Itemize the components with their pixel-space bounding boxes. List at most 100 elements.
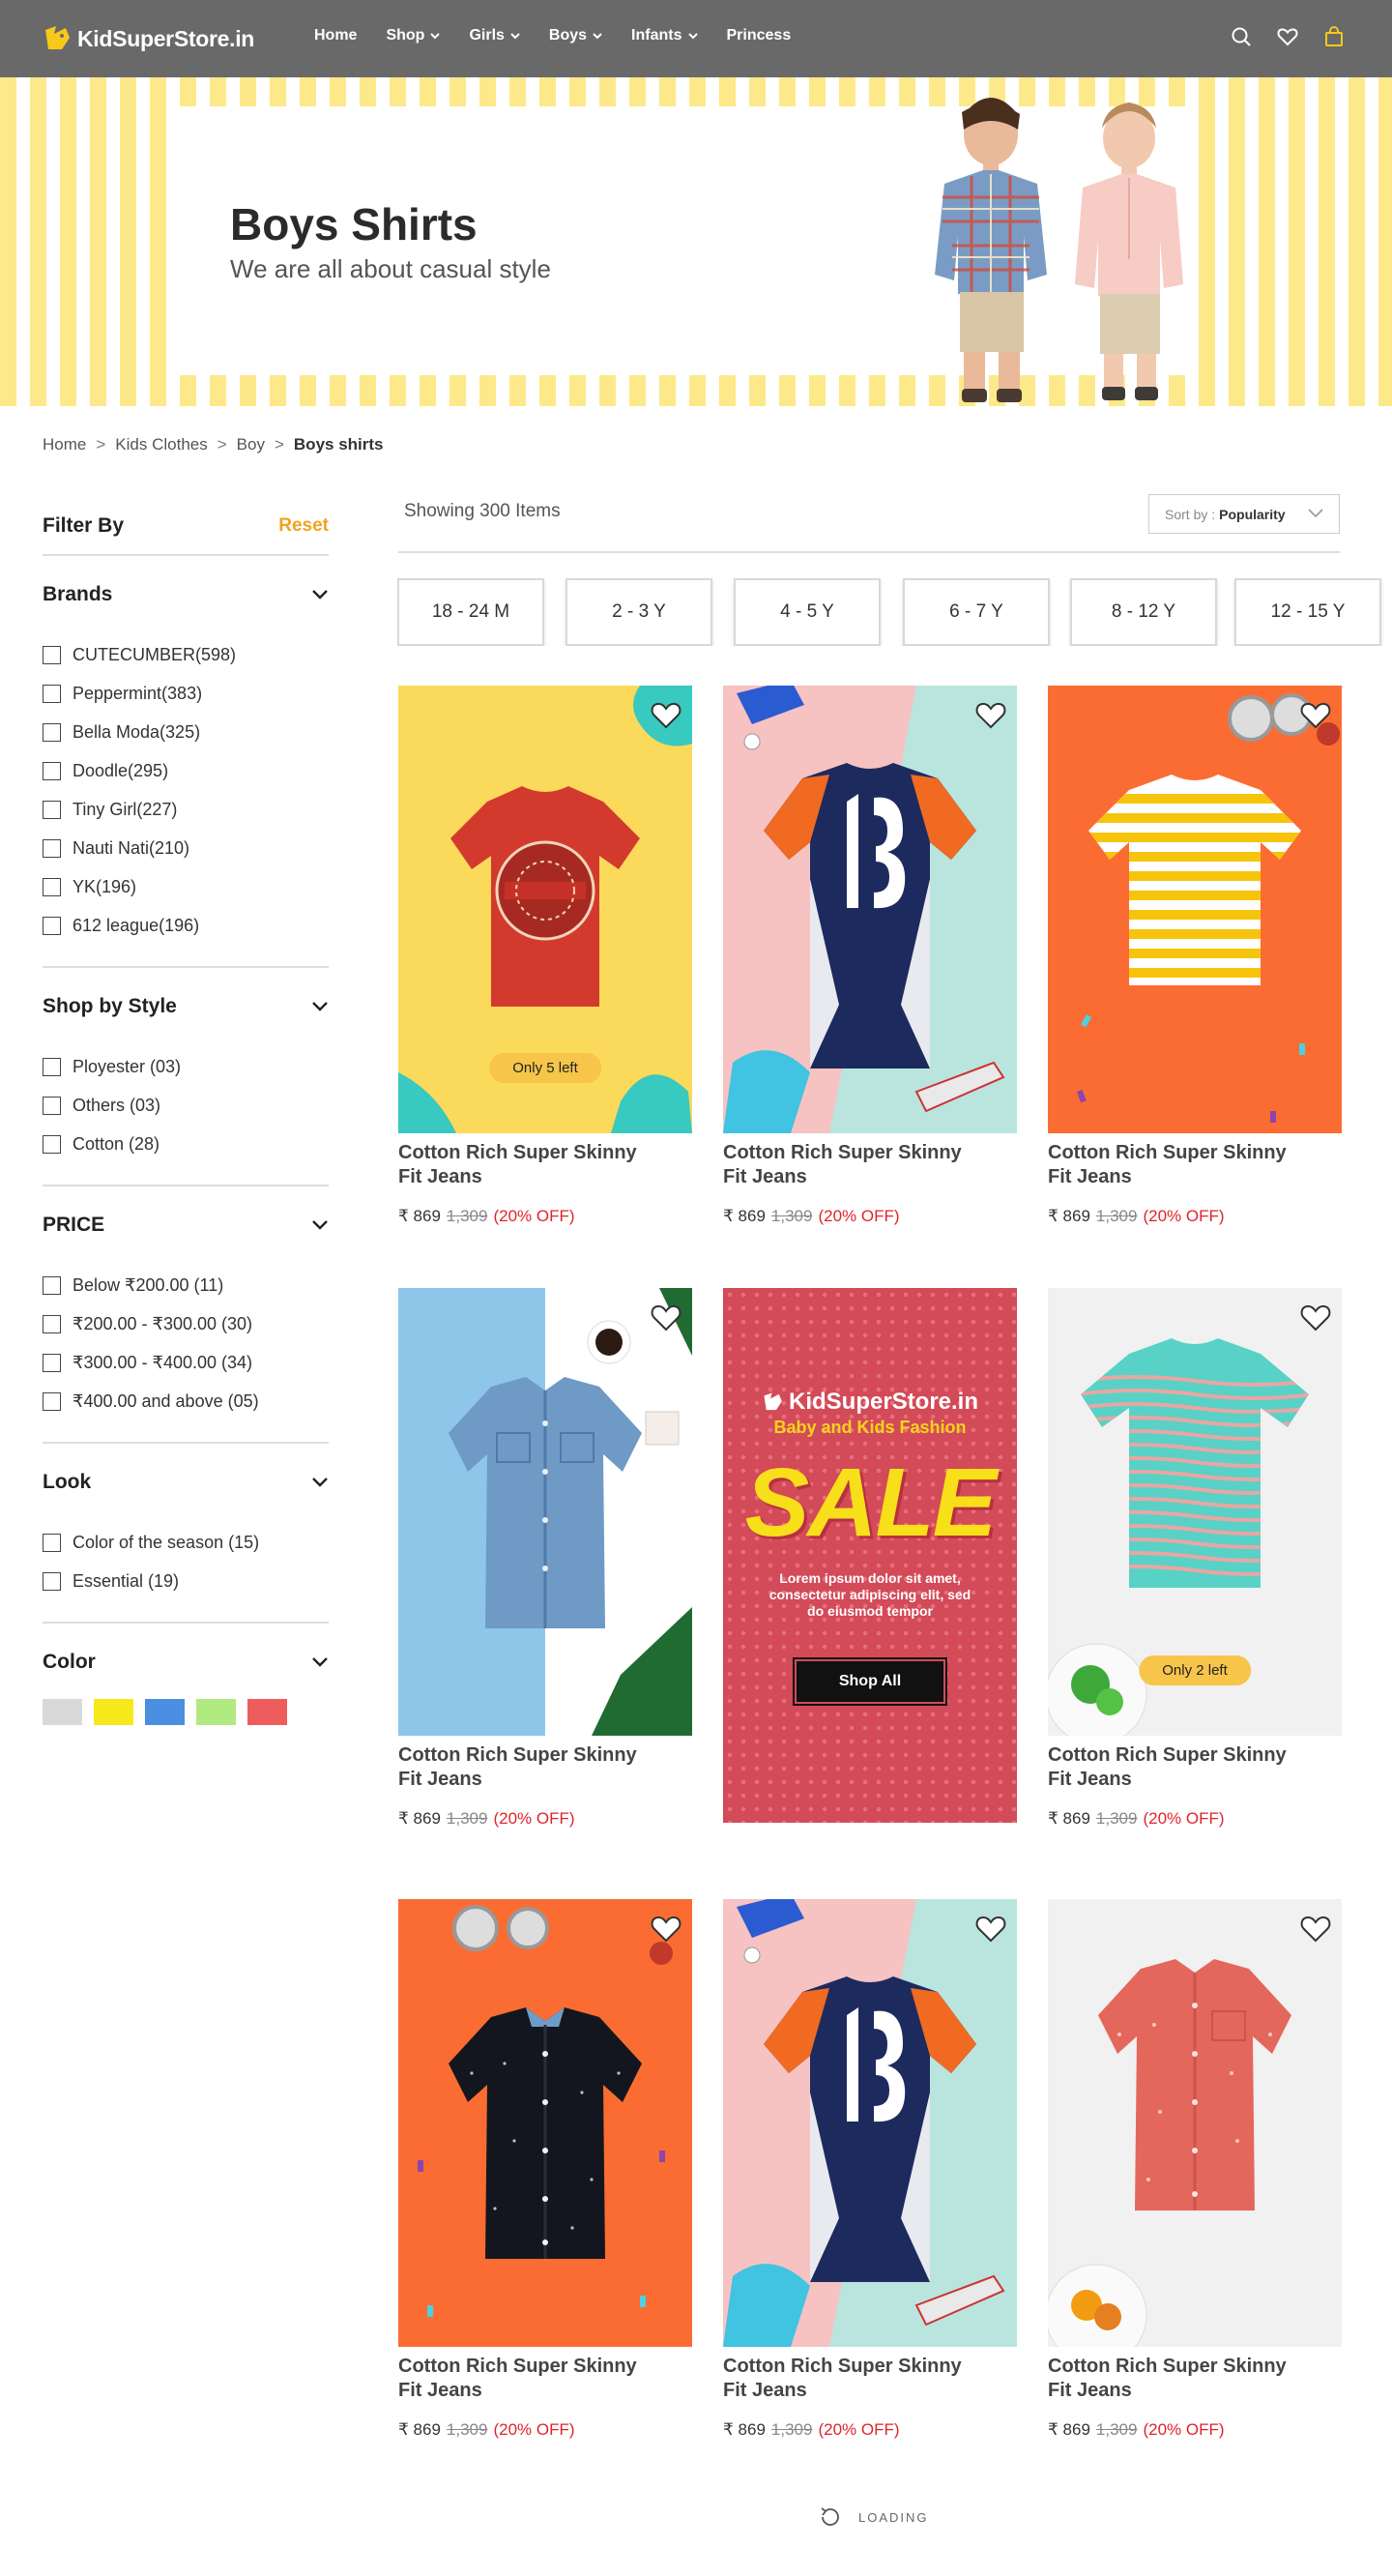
filter-option[interactable]: YK(196) (43, 867, 329, 906)
product-name[interactable]: Cotton Rich Super Skinny Fit Jeans (723, 1141, 984, 1189)
filter-option[interactable]: ₹400.00 and above (05) (43, 1382, 329, 1420)
checkbox[interactable] (43, 684, 61, 703)
search-icon[interactable] (1230, 25, 1253, 48)
checkbox[interactable] (43, 1353, 61, 1372)
nav-item-boys[interactable]: Boys (549, 27, 602, 44)
nav-item-infants[interactable]: Infants (631, 27, 698, 44)
wishlist-heart-icon[interactable] (974, 1913, 1007, 1944)
color-swatch[interactable] (145, 1699, 185, 1725)
shopping-bag-icon[interactable] (1322, 25, 1346, 48)
wishlist-heart-icon[interactable] (650, 699, 682, 730)
checkbox[interactable] (43, 1391, 61, 1411)
nav-item-home[interactable]: Home (314, 27, 357, 44)
filter-option[interactable]: Tiny Girl(227) (43, 790, 329, 829)
checkbox[interactable] (43, 1134, 61, 1154)
checkbox[interactable] (43, 722, 61, 742)
age-filter-chip[interactable]: 4 - 5 Y (734, 578, 881, 646)
sort-dropdown[interactable]: Sort by : Popularity (1148, 494, 1340, 534)
site-logo[interactable]: KidSuperStore.in (43, 21, 254, 56)
product-image[interactable] (723, 1899, 1017, 2347)
chevron-down-icon[interactable] (311, 1219, 329, 1231)
product-name[interactable]: Cotton Rich Super Skinny Fit Jeans (398, 1141, 659, 1189)
filter-section-header[interactable]: Color (43, 1631, 329, 1693)
wishlist-heart-icon[interactable] (650, 1302, 682, 1332)
chevron-down-icon[interactable] (311, 1477, 329, 1488)
checkbox[interactable] (43, 645, 61, 664)
heart-icon[interactable] (1276, 25, 1299, 48)
product-card[interactable]: Only 5 left Cotton Rich Super Skinny Fit … (398, 686, 692, 1226)
filter-option[interactable]: Essential (19) (43, 1562, 329, 1600)
nav-item-girls[interactable]: Girls (469, 27, 520, 44)
shop-all-button[interactable]: Shop All (793, 1657, 947, 1706)
reset-filters-button[interactable]: Reset (278, 515, 329, 537)
product-image[interactable] (1048, 686, 1342, 1133)
product-image[interactable] (398, 1288, 692, 1736)
filter-section-header[interactable]: Brands (43, 564, 329, 626)
checkbox[interactable] (43, 1057, 61, 1076)
product-card[interactable]: Cotton Rich Super Skinny Fit Jeans ₹ 869 1… (1048, 686, 1342, 1226)
age-filter-chip[interactable]: 8 - 12 Y (1070, 578, 1217, 646)
wishlist-heart-icon[interactable] (1299, 1913, 1332, 1944)
filter-option[interactable]: 612 league(196) (43, 906, 329, 945)
breadcrumb-home[interactable]: Home (43, 435, 86, 454)
product-image[interactable]: Only 2 left (1048, 1288, 1342, 1736)
checkbox[interactable] (43, 838, 61, 858)
checkbox[interactable] (43, 916, 61, 935)
filter-option[interactable]: Cotton (28) (43, 1125, 329, 1163)
chevron-down-icon[interactable] (311, 1656, 329, 1668)
color-swatch[interactable] (247, 1699, 287, 1725)
wishlist-heart-icon[interactable] (974, 699, 1007, 730)
checkbox[interactable] (43, 1533, 61, 1552)
filter-option[interactable]: ₹300.00 - ₹400.00 (34) (43, 1343, 329, 1382)
product-image[interactable] (1048, 1899, 1342, 2347)
product-card[interactable]: Cotton Rich Super Skinny Fit Jeans ₹ 869 1… (1048, 1899, 1342, 2440)
breadcrumb-kids-clothes[interactable]: Kids Clothes (115, 435, 207, 454)
filter-option[interactable]: Peppermint(383) (43, 674, 329, 713)
checkbox[interactable] (43, 1275, 61, 1295)
product-name[interactable]: Cotton Rich Super Skinny Fit Jeans (723, 2355, 984, 2403)
filter-option[interactable]: Ployester (03) (43, 1047, 329, 1086)
filter-option[interactable]: CUTECUMBER(598) (43, 635, 329, 674)
product-name[interactable]: Cotton Rich Super Skinny Fit Jeans (1048, 2355, 1309, 2403)
product-card[interactable]: Only 2 left Cotton Rich Super Skinny Fit … (1048, 1288, 1342, 1829)
product-card[interactable]: Cotton Rich Super Skinny Fit Jeans ₹ 869 1… (398, 1899, 692, 2440)
chevron-down-icon[interactable] (311, 1001, 329, 1012)
filter-option[interactable]: Nauti Nati(210) (43, 829, 329, 867)
filter-option[interactable]: Others (03) (43, 1086, 329, 1125)
color-swatch[interactable] (196, 1699, 236, 1725)
checkbox[interactable] (43, 1096, 61, 1115)
breadcrumb-boy[interactable]: Boy (237, 435, 265, 454)
product-name[interactable]: Cotton Rich Super Skinny Fit Jeans (398, 1743, 659, 1792)
product-card[interactable]: Cotton Rich Super Skinny Fit Jeans ₹ 869 1… (398, 1288, 692, 1829)
product-image[interactable] (723, 686, 1017, 1133)
product-name[interactable]: Cotton Rich Super Skinny Fit Jeans (1048, 1141, 1309, 1189)
filter-section-header[interactable]: Shop by Style (43, 976, 329, 1038)
color-swatch[interactable] (43, 1699, 82, 1725)
product-card[interactable]: Cotton Rich Super Skinny Fit Jeans ₹ 869 1… (723, 1899, 1017, 2440)
filter-option[interactable]: Color of the season (15) (43, 1523, 329, 1562)
age-filter-chip[interactable]: 2 - 3 Y (566, 578, 712, 646)
nav-item-princess[interactable]: Princess (727, 27, 792, 44)
filter-section-header[interactable]: PRICE (43, 1194, 329, 1256)
product-card[interactable]: Cotton Rich Super Skinny Fit Jeans ₹ 869 1… (723, 686, 1017, 1226)
filter-option[interactable]: Below ₹200.00 (11) (43, 1266, 329, 1304)
nav-item-shop[interactable]: Shop (386, 27, 441, 44)
chevron-down-icon[interactable] (311, 589, 329, 600)
product-image[interactable]: Only 5 left (398, 686, 692, 1133)
checkbox[interactable] (43, 877, 61, 896)
product-name[interactable]: Cotton Rich Super Skinny Fit Jeans (398, 2355, 659, 2403)
checkbox[interactable] (43, 761, 61, 780)
product-name[interactable]: Cotton Rich Super Skinny Fit Jeans (1048, 1743, 1309, 1792)
checkbox[interactable] (43, 800, 61, 819)
color-swatch[interactable] (94, 1699, 133, 1725)
checkbox[interactable] (43, 1314, 61, 1333)
checkbox[interactable] (43, 1571, 61, 1591)
age-filter-chip[interactable]: 18 - 24 M (397, 578, 544, 646)
filter-option[interactable]: ₹200.00 - ₹300.00 (30) (43, 1304, 329, 1343)
age-filter-chip[interactable]: 6 - 7 Y (903, 578, 1050, 646)
product-image[interactable] (398, 1899, 692, 2347)
filter-section-header[interactable]: Look (43, 1451, 329, 1513)
age-filter-chip[interactable]: 12 - 15 Y (1234, 578, 1381, 646)
wishlist-heart-icon[interactable] (650, 1913, 682, 1944)
wishlist-heart-icon[interactable] (1299, 699, 1332, 730)
